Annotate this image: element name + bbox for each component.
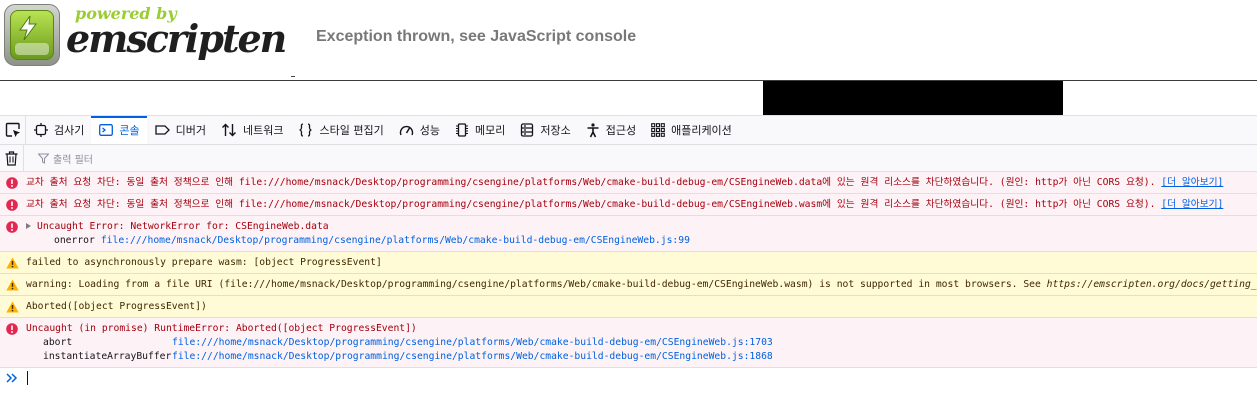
tab-performance-label: 성능 [419,124,440,137]
filter-icon [38,153,49,164]
warning-icon [6,301,19,313]
tab-storage[interactable]: 저장소 [512,116,577,144]
console-message-error[interactable]: Uncaught Error: NetworkError for: CSEngi… [0,216,1257,252]
accessibility-icon [587,122,599,137]
tab-application-label: 애플리케이션 [671,124,732,137]
console-icon [99,124,114,136]
application-icon [651,123,665,137]
inspector-icon [34,123,48,137]
frame-line: :1868 [743,351,773,362]
tab-network[interactable]: 네트워크 [213,116,290,144]
message-text: Aborted([object ProgressEvent]) [26,301,207,312]
frame-url[interactable]: file:///home/msnack/Desktop/programming/… [101,234,673,248]
frame-line: :1703 [743,337,773,348]
console-output: 교차 출처 요청 차단: 동일 출처 정책으로 인해 file:///home/… [0,172,1257,368]
console-message-error[interactable]: 교차 출처 요청 차단: 동일 출처 정책으로 인해 file:///home/… [0,172,1257,194]
tab-debugger-label: 디버거 [175,124,206,137]
text-caret [27,371,28,385]
frame-function: abort [43,337,73,348]
message-text: Uncaught (in promise) RuntimeError: Abor… [26,323,417,334]
frame-url[interactable]: file:///home/msnack/Desktop/programming/… [172,350,744,364]
prompt-chevron-icon [6,373,18,383]
frame-function: instantiateArrayBuffer [43,351,172,362]
error-icon [6,323,18,335]
error-icon [6,177,18,189]
tab-network-label: 네트워크 [243,124,284,137]
memory-icon [455,123,468,137]
performance-icon [399,125,413,136]
tab-memory-label: 메모리 [474,124,506,137]
header-divider [0,80,1257,81]
storage-icon [521,123,534,137]
tab-memory[interactable]: 메모리 [447,116,512,144]
page-header: powered by emscripten Exception thrown, … [0,0,1257,80]
console-message-warning[interactable]: warning: Loading from a file URI (file:/… [0,274,1257,296]
message-text: failed to asynchronously prepare wasm: [… [26,257,382,268]
tab-style-editor-label: 스타일 편집기 [319,124,384,137]
tab-style-editor[interactable]: 스타일 편집기 [290,116,390,144]
element-picker-button[interactable] [0,116,26,144]
debugger-icon [154,125,170,135]
error-icon [6,199,18,211]
learn-more-link[interactable]: [더 알아보기] [1161,177,1223,188]
tab-accessibility[interactable]: 접근성 [578,116,643,144]
tab-storage-label: 저장소 [540,124,571,137]
console-message-warning[interactable]: failed to asynchronously prepare wasm: [… [0,252,1257,274]
learn-more-link[interactable]: [더 알아보기] [1161,199,1223,210]
faq-link[interactable]: https://emscripten.org/docs/getting_star… [1047,279,1257,290]
stack-frame[interactable]: onerror file:///home/msnack/Desktop/prog… [26,234,1257,248]
console-filter-bar: 출력 필터 [0,145,1257,172]
expand-triangle-icon[interactable] [26,223,31,229]
tab-inspector[interactable]: 검사기 [26,116,91,144]
network-icon [222,123,236,137]
devtools-toolbar: 검사기 콘솔 디버거 네트워크 스타일 편집기 성능 메모리 저장소 접근성 애… [0,115,1257,145]
status-message: Exception thrown, see JavaScript console [316,28,637,45]
frame-function: onerror [54,235,95,246]
canvas-marker [291,76,295,77]
message-text: 교차 출처 요청 차단: 동일 출처 정책으로 인해 file:///home/… [26,177,1162,188]
stack-frame[interactable]: abort file:///home/msnack/Desktop/progra… [26,336,1257,350]
message-text: 교차 출처 요청 차단: 동일 출처 정책으로 인해 file:///home/… [26,199,1162,210]
message-text: Uncaught Error: NetworkError for: CSEngi… [37,221,329,232]
tab-debugger[interactable]: 디버거 [147,116,213,144]
error-icon [6,221,18,233]
trash-icon [5,150,18,166]
emscripten-logo-icon [4,4,60,66]
logo-wordmark: emscripten [66,16,287,61]
filter-output-input[interactable]: 출력 필터 [24,151,93,166]
style-editor-icon [299,123,313,137]
canvas[interactable] [763,81,1063,115]
frame-url[interactable]: file:///home/msnack/Desktop/programming/… [172,336,744,350]
tab-inspector-label: 검사기 [54,124,85,137]
console-message-warning[interactable]: Aborted([object ProgressEvent]) [0,296,1257,318]
tab-console-label: 콘솔 [119,124,140,137]
frame-line: :99 [672,235,690,246]
filter-placeholder: 출력 필터 [53,154,93,166]
stack-frame[interactable]: instantiateArrayBuffer file:///home/msna… [26,350,1257,364]
warning-icon [6,257,19,269]
tab-console[interactable]: 콘솔 [91,116,147,144]
console-message-error[interactable]: Uncaught (in promise) RuntimeError: Abor… [0,318,1257,368]
console-input[interactable] [0,367,1257,389]
console-message-error[interactable]: 교차 출처 요청 차단: 동일 출처 정책으로 인해 file:///home/… [0,194,1257,216]
tab-application[interactable]: 애플리케이션 [643,116,739,144]
tab-performance[interactable]: 성능 [391,116,447,144]
message-text: warning: Loading from a file URI (file:/… [26,279,1047,290]
element-picker-icon [5,122,20,137]
warning-icon [6,279,19,291]
tab-accessibility-label: 접근성 [605,124,637,137]
clear-console-button[interactable] [0,145,24,171]
